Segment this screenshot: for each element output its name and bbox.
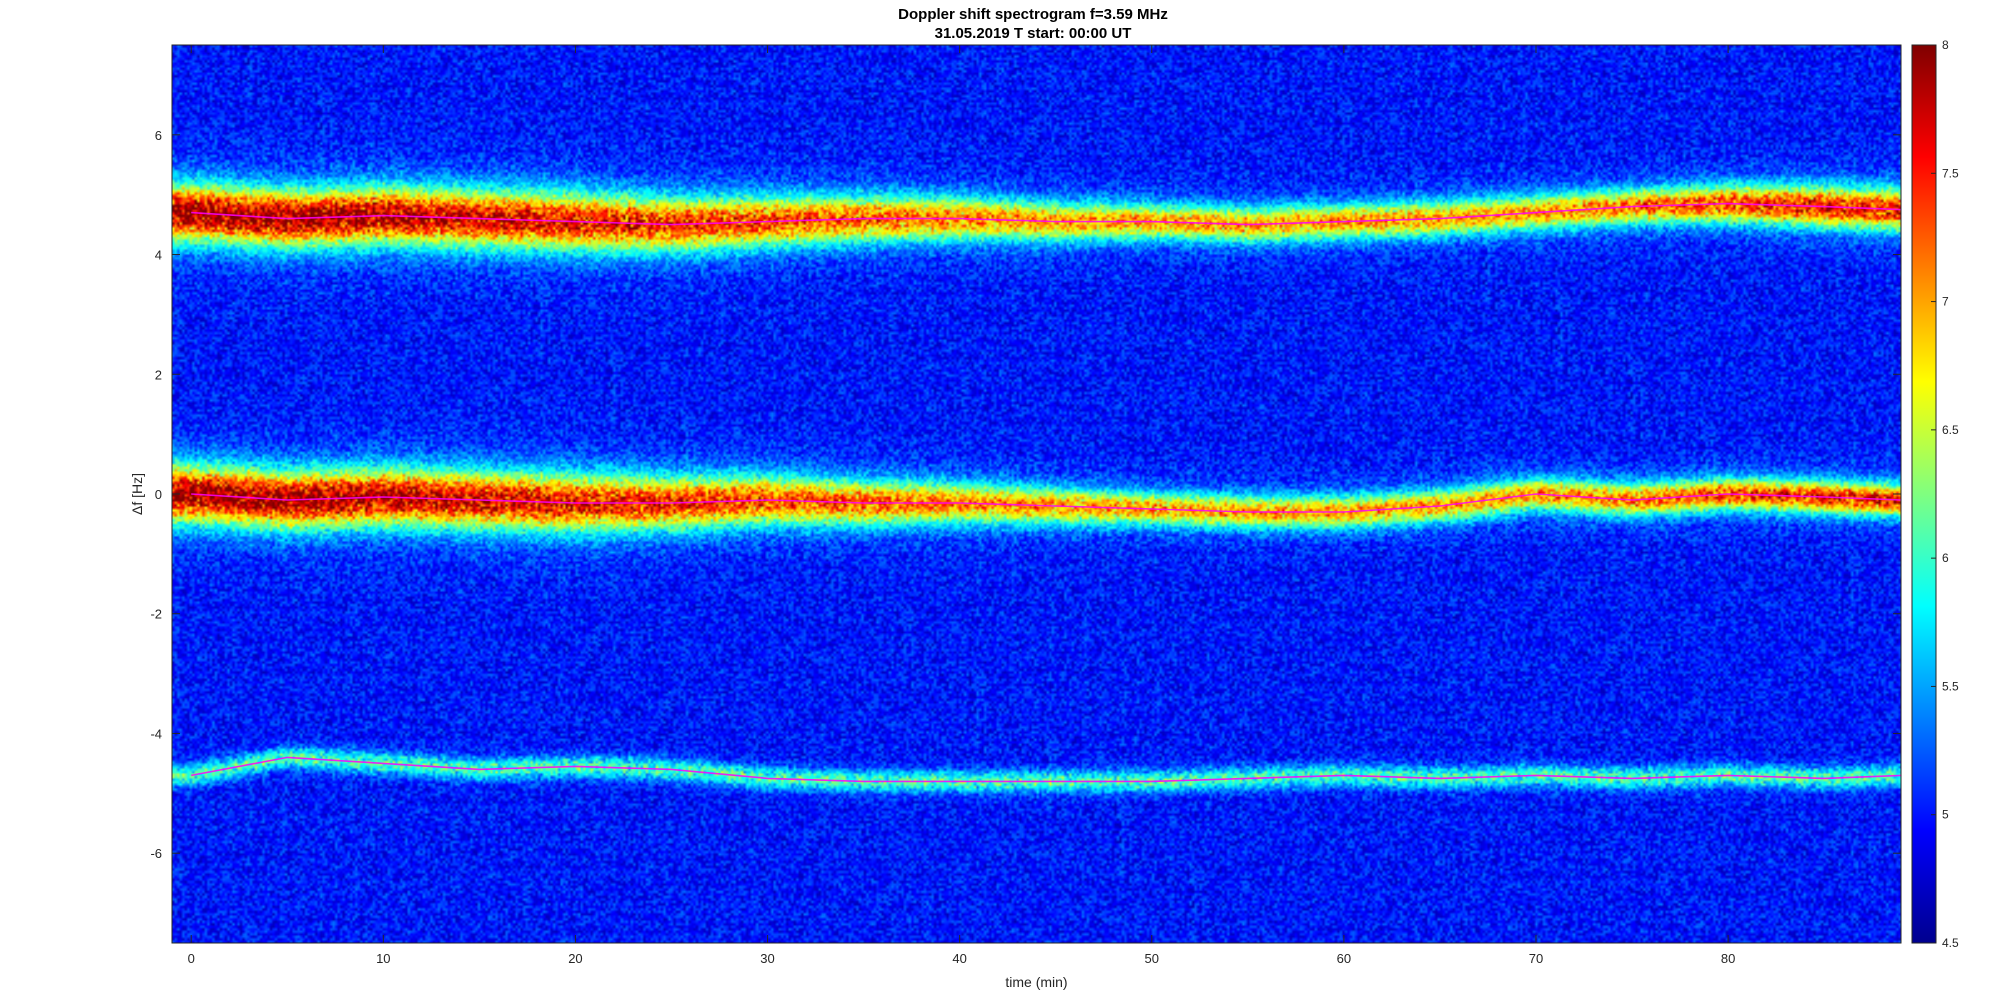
y-tick-label: -6: [150, 846, 162, 861]
colorbar-tick-label: 6.5: [1942, 423, 1959, 437]
x-axis-label: time (min): [1005, 974, 1067, 990]
chart-title: Doppler shift spectrogram f=3.59 MHz: [898, 6, 1168, 23]
colorbar: 8 7.5 7 6.5 6 5.5 5 4.5: [1911, 38, 1959, 950]
colorbar-tick-label: 7: [1942, 295, 1949, 309]
colorbar-tick-label: 4.5: [1942, 936, 1959, 950]
colorbar-tick-label: 5: [1942, 808, 1949, 822]
colorbar-tick-label: 5.5: [1942, 679, 1959, 693]
x-tick-label: 80: [1721, 951, 1735, 966]
plot-area: [171, 44, 1902, 944]
x-tick-label: 60: [1337, 951, 1351, 966]
x-tick-label: 50: [1145, 951, 1159, 966]
x-tick-label: 30: [760, 951, 774, 966]
chart-subtitle: 31.05.2019 T start: 00:00 UT: [935, 25, 1132, 42]
y-axis-label: Δf [Hz]: [129, 473, 145, 515]
y-tick-label: 6: [155, 128, 162, 143]
colorbar-tick-label: 6: [1942, 551, 1949, 565]
y-tick-label: 2: [155, 367, 162, 382]
spectrogram-figure: Doppler shift spectrogram f=3.59 MHz 31.…: [129, 6, 1959, 990]
x-tick-label: 20: [568, 951, 582, 966]
x-tick-label: 70: [1529, 951, 1543, 966]
colorbar-gradient: [1911, 44, 1937, 944]
x-tick-label: 40: [952, 951, 966, 966]
colorbar-tick-label: 8: [1942, 38, 1949, 52]
colorbar-tick-label: 7.5: [1942, 166, 1959, 180]
y-tick-label: -2: [150, 607, 162, 622]
y-tick-label: -4: [150, 726, 162, 741]
y-tick-label: 4: [155, 248, 162, 263]
y-tick-label: 0: [155, 487, 162, 502]
x-tick-label: 10: [376, 951, 390, 966]
x-tick-label: 0: [188, 951, 195, 966]
spectrogram-heatmap: [172, 45, 1901, 943]
